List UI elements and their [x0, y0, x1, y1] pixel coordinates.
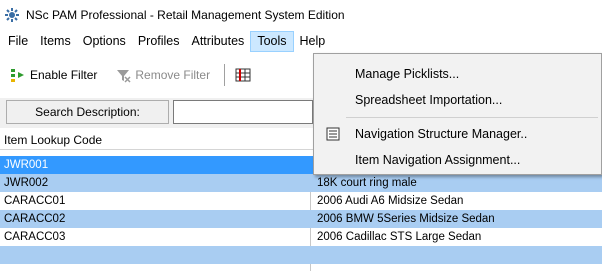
enable-filter-icon: [11, 69, 24, 82]
remove-filter-button[interactable]: Remove Filter: [113, 63, 216, 87]
tools-dropdown-menu: Manage Picklists... Spreadsheet Importat…: [313, 53, 602, 175]
window-title: NSc PAM Professional - Retail Management…: [26, 8, 345, 22]
item-lookup-code-cell: CARACC03: [4, 231, 66, 243]
grid-icon: [235, 68, 251, 82]
menu-options[interactable]: Options: [77, 31, 132, 52]
menu-item-item-navigation-assignment[interactable]: Item Navigation Assignment...: [316, 148, 600, 172]
menu-bar: File Items Options Profiles Attributes T…: [0, 30, 602, 53]
table-row[interactable]: CARACC03 2006 Cadillac STS Large Sedan: [0, 228, 602, 246]
grid-view-button[interactable]: [233, 63, 261, 87]
table-row[interactable]: CARACC02 2006 BMW 5Series Midsize Sedan: [0, 210, 602, 228]
table-row[interactable]: JWR002 18K court ring male: [0, 174, 602, 192]
item-lookup-code-cell: CARACC02: [4, 213, 66, 225]
menu-items[interactable]: Items: [34, 31, 77, 52]
item-lookup-code-cell: JWR002: [4, 177, 49, 189]
menu-separator: [346, 117, 598, 118]
menu-attributes[interactable]: Attributes: [186, 31, 251, 52]
column-header-item-lookup-code[interactable]: Item Lookup Code: [0, 133, 102, 147]
list-icon: [326, 127, 340, 141]
menu-item-spreadsheet-importation[interactable]: Spreadsheet Importation...: [316, 88, 600, 112]
item-lookup-code-cell: JWR001: [4, 159, 49, 171]
table-row[interactable]: [0, 246, 602, 264]
enable-filter-label: Enable Filter: [30, 68, 98, 82]
enable-filter-button[interactable]: Enable Filter: [8, 63, 103, 87]
menu-item-label: Navigation Structure Manager..: [355, 127, 528, 141]
menu-help[interactable]: Help: [294, 31, 332, 52]
menu-profiles[interactable]: Profiles: [132, 31, 186, 52]
menu-item-manage-picklists[interactable]: Manage Picklists...: [316, 62, 600, 86]
search-description-input[interactable]: [173, 100, 313, 124]
remove-filter-icon: [117, 70, 131, 83]
app-logo-icon: [5, 8, 19, 22]
description-cell: 2006 BMW 5Series Midsize Sedan: [317, 213, 495, 225]
menu-item-navigation-structure-manager[interactable]: Navigation Structure Manager..: [316, 122, 600, 146]
description-cell: 2006 Cadillac STS Large Sedan: [317, 231, 482, 243]
menu-file[interactable]: File: [2, 31, 34, 52]
item-lookup-code-cell: CARACC01: [4, 195, 66, 207]
title-bar: NSc PAM Professional - Retail Management…: [0, 0, 602, 30]
search-description-label: Search Description:: [6, 100, 169, 124]
description-cell: 2006 Audi A6 Midsize Sedan: [317, 195, 464, 207]
remove-filter-label: Remove Filter: [135, 68, 211, 82]
description-cell: 18K court ring male: [317, 177, 417, 189]
toolbar-separator: [224, 64, 226, 86]
menu-tools[interactable]: Tools: [250, 31, 294, 52]
table-row[interactable]: CARACC01 2006 Audi A6 Midsize Sedan: [0, 192, 602, 210]
